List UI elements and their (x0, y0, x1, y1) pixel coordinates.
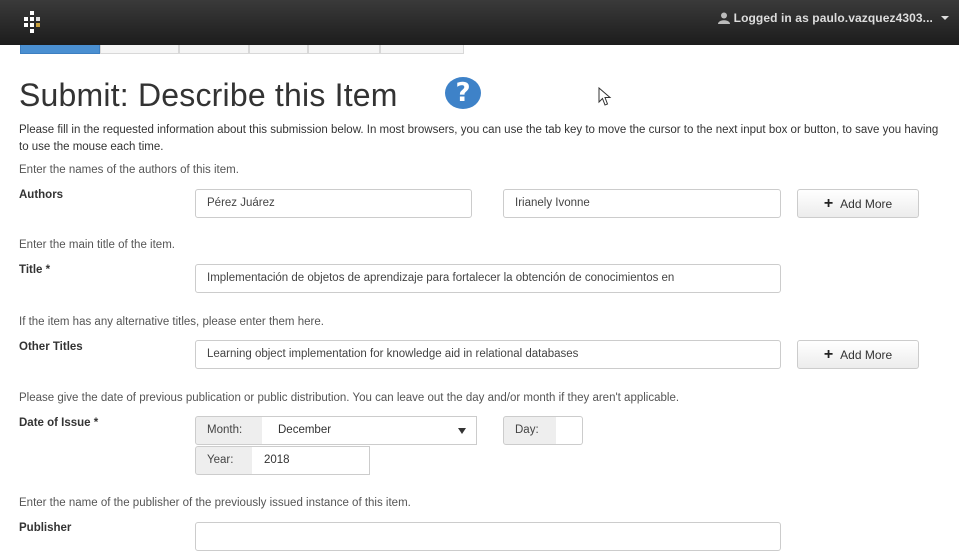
step-4[interactable] (249, 45, 308, 54)
publisher-input[interactable] (195, 522, 781, 551)
authors-label: Authors (19, 189, 64, 201)
intro-text: Please fill in the requested information… (19, 124, 939, 153)
dspace-logo[interactable] (20, 10, 44, 34)
authors-hint: Enter the names of the authors of this i… (19, 164, 239, 176)
author-first-name-input[interactable]: Irianely Ivonne (503, 189, 781, 218)
other-titles-input[interactable]: Learning object implementation for knowl… (195, 340, 781, 369)
date-of-issue-label: Date of Issue * (19, 417, 99, 429)
publisher-hint: Enter the name of the publisher of the p… (19, 497, 411, 509)
year-input[interactable]: 2018 (252, 446, 370, 475)
step-describe[interactable] (20, 45, 100, 54)
add-more-label: Add More (840, 196, 893, 211)
caret-down-icon (941, 16, 949, 20)
user-menu-label: Logged in as paulo.vazquez4303... (733, 11, 933, 25)
day-input[interactable] (556, 416, 583, 445)
date-of-issue-hint: Please give the date of previous publica… (19, 392, 680, 404)
authors-add-more-button[interactable]: + Add More (797, 189, 919, 218)
step-2[interactable] (100, 45, 179, 54)
author-last-name-input[interactable]: Pérez Juárez (195, 189, 472, 218)
plus-icon: + (823, 345, 834, 363)
plus-icon: + (823, 194, 834, 212)
dropdown-arrow-icon (458, 428, 466, 434)
title-label: Title * (19, 264, 51, 276)
submission-steps (20, 45, 464, 54)
user-icon (717, 12, 730, 24)
month-select[interactable]: December (262, 416, 477, 445)
add-more-label: Add More (840, 347, 893, 362)
step-5[interactable] (308, 45, 380, 54)
mouse-cursor-icon (598, 87, 612, 106)
step-6[interactable] (380, 45, 464, 54)
other-titles-hint: If the item has any alternative titles, … (19, 316, 324, 328)
page-title: Submit: Describe this Item (19, 77, 398, 113)
day-label: Day: (503, 416, 557, 445)
user-menu[interactable]: Logged in as paulo.vazquez4303... (717, 10, 949, 26)
publisher-label: Publisher (19, 522, 72, 534)
title-hint: Enter the main title of the item. (19, 239, 175, 251)
other-titles-add-more-button[interactable]: + Add More (797, 340, 919, 369)
month-selected-value: December (278, 424, 332, 436)
help-icon[interactable]: ? (445, 77, 481, 109)
other-titles-label: Other Titles (19, 341, 83, 353)
month-label: Month: (195, 416, 263, 445)
title-input[interactable]: Implementación de objetos de aprendizaje… (195, 264, 781, 293)
top-navbar: Logged in as paulo.vazquez4303... (0, 0, 959, 45)
year-label: Year: (195, 446, 253, 475)
step-3[interactable] (179, 45, 249, 54)
